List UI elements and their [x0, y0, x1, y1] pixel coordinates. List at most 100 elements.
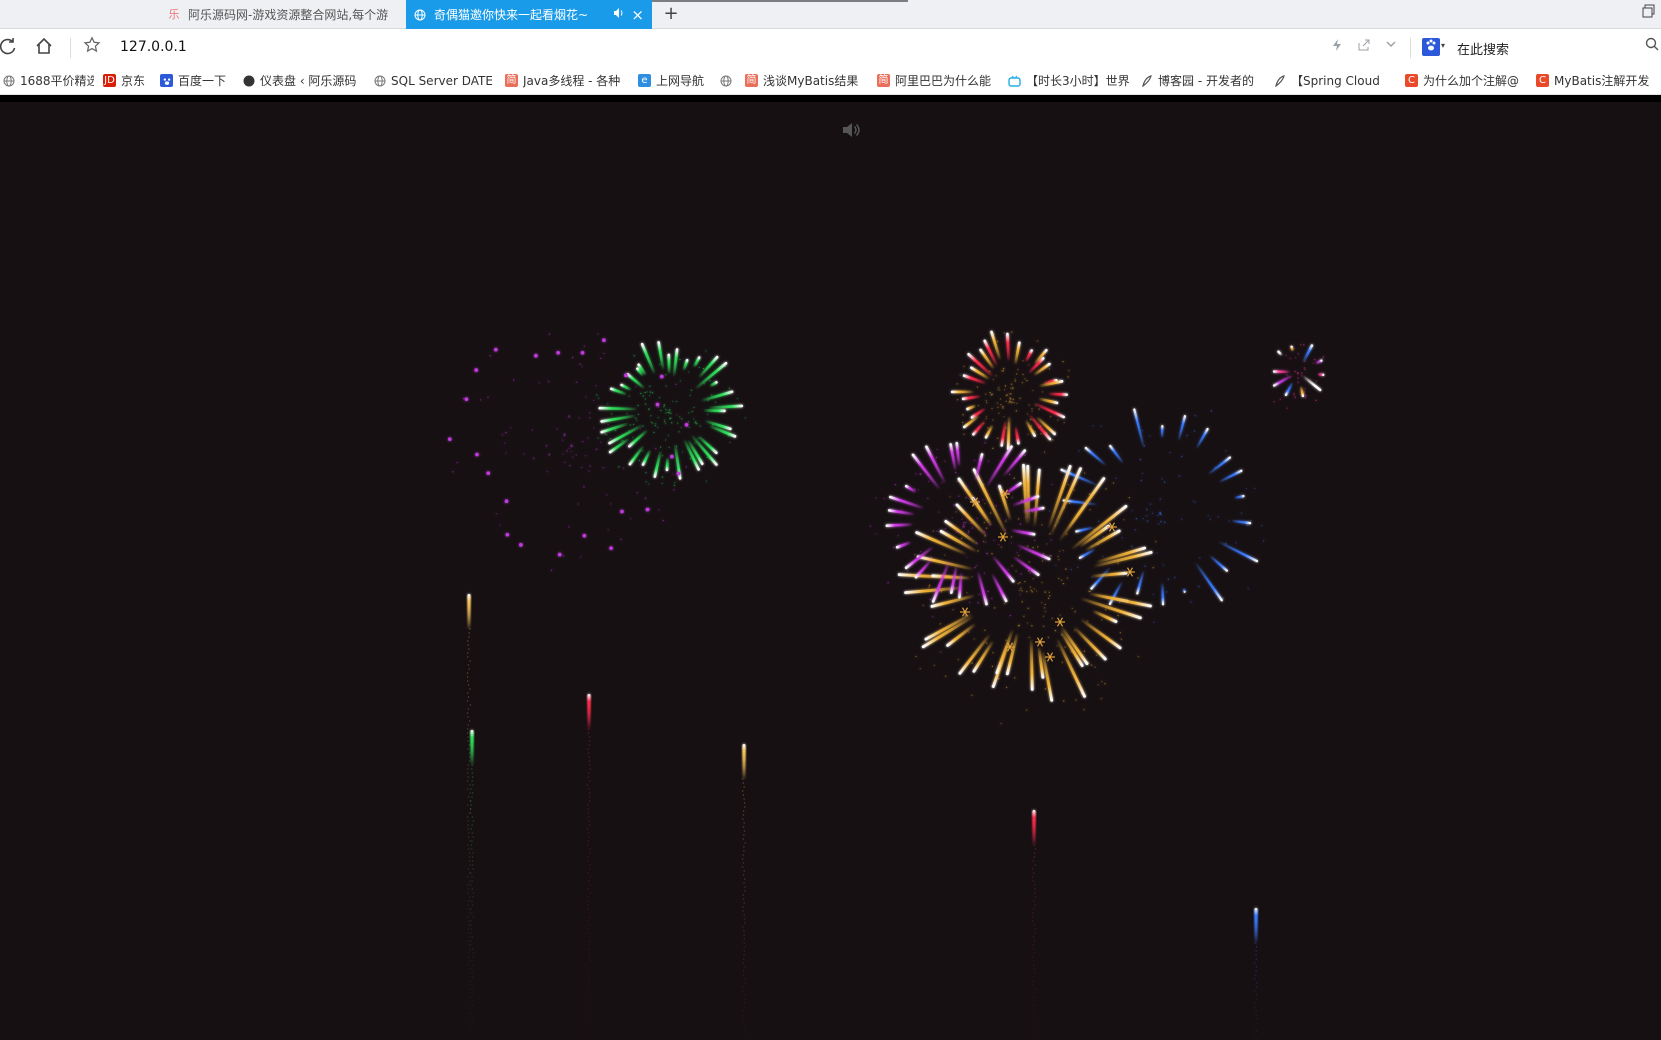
spark-dust: [547, 380, 550, 383]
bookmark-item[interactable]: [719, 67, 735, 94]
rocket-trail: [588, 756, 590, 758]
rocket-trail: [588, 948, 590, 950]
spark-dust: [1066, 533, 1068, 536]
spark-dust: [597, 437, 599, 439]
bookmark-item[interactable]: 博客园 - 开发者的: [1140, 67, 1262, 94]
rocket-trail: [471, 776, 474, 778]
reload-icon[interactable]: [0, 36, 20, 60]
spark-dust: [983, 521, 986, 524]
rocket-trail: [467, 924, 470, 926]
spark-dust: [915, 655, 917, 658]
chevron-down-icon[interactable]: [1385, 38, 1397, 54]
tab-close-icon[interactable]: ×: [631, 6, 644, 24]
bookmark-item[interactable]: e 上网导航: [638, 67, 708, 94]
bookmark-item[interactable]: 百度一下: [160, 67, 235, 94]
spark-dust: [1009, 400, 1011, 402]
crackle-ray: [1108, 526, 1113, 532]
bookmark-item[interactable]: 简浅谈MyBatis结果: [745, 67, 867, 94]
spark-dust: [675, 413, 678, 416]
rocket-trail: [587, 992, 590, 994]
bookmark-item[interactable]: 简 Java多线程 - 各种: [505, 67, 627, 94]
spark-streak: [699, 390, 734, 403]
spark-dust: [965, 496, 967, 499]
crackle-ray: [1129, 567, 1134, 573]
home-icon[interactable]: [32, 36, 56, 60]
rocket-trail: [1033, 960, 1035, 962]
bookmark-item[interactable]: 简阿里巴巴为什么能: [877, 67, 997, 94]
spark-streak: [1133, 408, 1146, 450]
search-icon[interactable]: [1645, 37, 1659, 55]
tab-fireworks-active[interactable]: 奇偶猫邀你快来一起看烟花~ ×: [406, 0, 652, 29]
rocket-trail: [471, 972, 474, 974]
search-engine-paw-icon[interactable]: [1422, 38, 1440, 56]
rocket-trail: [468, 668, 470, 670]
spark-streak: [972, 639, 995, 673]
spark-streak: [672, 348, 679, 378]
tab-aleyuanma[interactable]: 乐 阿乐源码网-游戏资源整合网站,每个游: [160, 0, 405, 29]
search-engine-dropdown-icon[interactable]: ▾: [1441, 41, 1445, 50]
spark-dust: [675, 400, 678, 403]
spark-dust: [1003, 415, 1005, 418]
rocket-trail: [1034, 888, 1036, 890]
crackle-ray: [1111, 522, 1116, 528]
spark-dust: [869, 525, 872, 527]
rocket-trail: [468, 636, 470, 638]
rocket-trail: [467, 776, 469, 778]
spark-dust: [606, 434, 608, 436]
lightning-icon[interactable]: [1330, 38, 1344, 56]
spark-dust: [1322, 355, 1325, 358]
bookmark-item[interactable]: 1688平价精选: [2, 67, 94, 94]
spark-dust: [1228, 520, 1230, 522]
spark-dust: [1321, 357, 1324, 359]
bookmark-item[interactable]: 【Spring Cloud: [1273, 67, 1393, 94]
crackle-ray: [961, 611, 966, 617]
rocket-trail: [587, 984, 589, 986]
search-input[interactable]: 在此搜索: [1457, 39, 1509, 58]
spark-dust: [1137, 577, 1139, 579]
spark-dust: [622, 467, 625, 469]
rocket-trail: [1255, 946, 1258, 948]
spark-dust: [1095, 654, 1098, 656]
rocket-trail: [1253, 978, 1256, 980]
spark-dust: [987, 427, 989, 429]
bookmark-item[interactable]: C MyBatis注解开发: [1536, 67, 1661, 94]
rocket-trail: [742, 970, 744, 972]
spark-dust: [1312, 362, 1314, 364]
rocket-trail: [470, 924, 472, 926]
rocket-trail: [744, 946, 747, 948]
bookmark-item[interactable]: 仪表盘 ‹ 阿乐源码: [242, 67, 362, 94]
fireworks-canvas[interactable]: [0, 102, 1661, 1040]
spark-dust: [632, 423, 635, 426]
rocket-trail: [1033, 952, 1036, 954]
spark-dust: [993, 607, 996, 609]
fireworks-page[interactable]: [0, 102, 1661, 1040]
bookmark-label: SQL Server DATE: [391, 73, 493, 88]
bookmark-item[interactable]: C 为什么加个注解@: [1405, 67, 1525, 94]
spark-dust: [570, 444, 573, 446]
rocket-trail: [1255, 1030, 1258, 1032]
bookmark-item[interactable]: JD 京东: [103, 67, 151, 94]
spark-dust: [1159, 513, 1161, 515]
spark-dust: [680, 426, 683, 429]
rocket-trail: [466, 680, 469, 682]
window-restore-icon[interactable]: [1641, 4, 1655, 22]
spark-dust: [957, 531, 959, 533]
spark-streak: [707, 404, 744, 410]
spark-dust: [604, 433, 607, 435]
address-url-field[interactable]: 127.0.0.1: [120, 39, 187, 55]
bookmark-item[interactable]: 【时长3小时】世界: [1008, 67, 1130, 94]
bookmark-item[interactable]: SQL Server DATE: [373, 67, 498, 94]
rocket-trail: [1034, 988, 1036, 990]
new-tab-button[interactable]: +: [660, 3, 682, 25]
sound-toggle-speaker-icon[interactable]: [841, 120, 861, 140]
bookmark-star-icon[interactable]: [80, 36, 104, 60]
spark-streak: [1026, 464, 1031, 526]
spark-dust: [1048, 368, 1051, 370]
spark-dust: [982, 540, 985, 543]
spark-dust: [1104, 682, 1106, 685]
tab-audio-icon[interactable]: [613, 7, 625, 22]
rocket-trail: [586, 908, 589, 910]
share-icon[interactable]: [1357, 38, 1371, 56]
toolbar-separator: [70, 38, 71, 58]
rocket-trail: [469, 944, 472, 946]
